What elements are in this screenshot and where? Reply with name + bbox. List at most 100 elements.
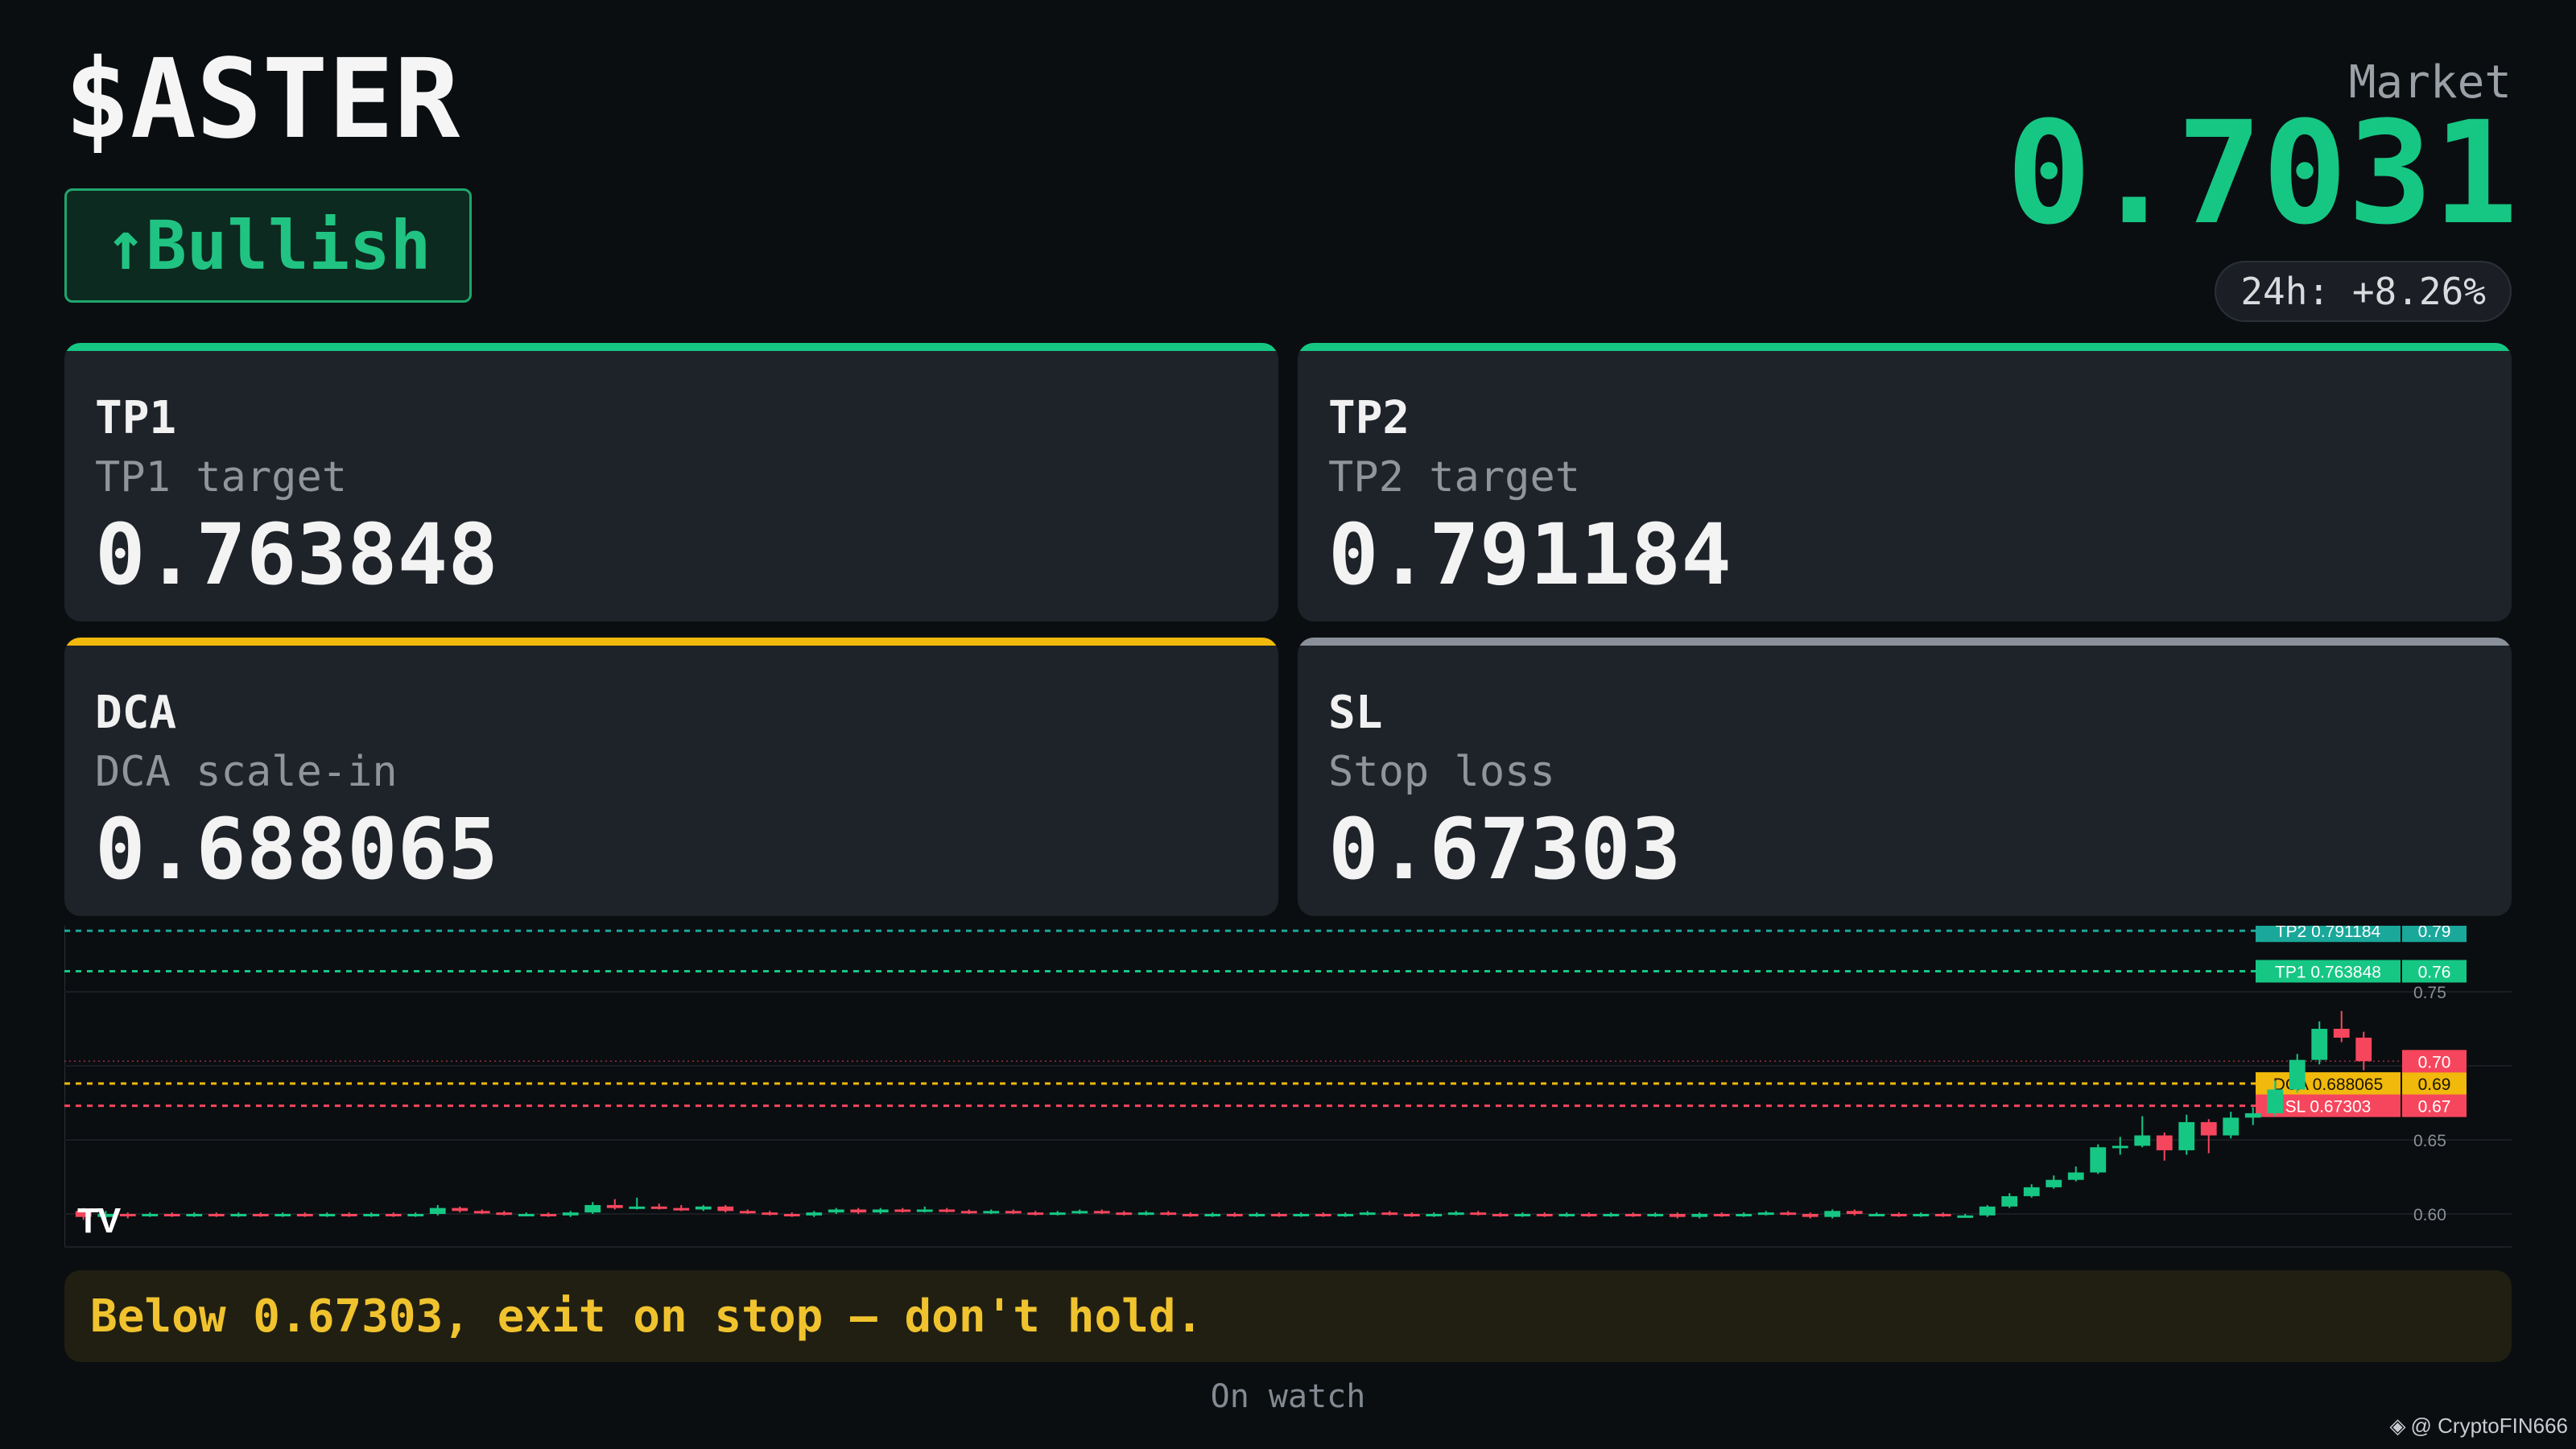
candle-body: [429, 1208, 446, 1214]
sentiment-badge: ↑Bullish: [64, 188, 472, 303]
status-text: On watch: [1210, 1378, 1366, 1415]
candle-body: [296, 1214, 313, 1216]
last-price-label: 0.70: [2418, 1053, 2451, 1071]
candle-body: [673, 1208, 690, 1211]
candle-body: [695, 1206, 712, 1210]
candle-body: [2112, 1146, 2128, 1149]
candle-body: [119, 1214, 136, 1216]
y-tick-label: 0.75: [2413, 984, 2446, 1002]
candle-body: [717, 1206, 734, 1212]
candle-body: [806, 1212, 823, 1216]
level-axis-label: 0.67: [2418, 1098, 2451, 1117]
candle-body: [252, 1214, 269, 1216]
watermark: ◈ @ CryptoFIN666: [2390, 1414, 2568, 1439]
candle-body: [2289, 1059, 2306, 1090]
candle-body: [1846, 1211, 1863, 1214]
candle-body: [1736, 1214, 1752, 1216]
candle-body: [828, 1209, 844, 1213]
card-title: DCA: [95, 687, 177, 739]
candle-body: [1403, 1214, 1420, 1216]
candle-body: [142, 1214, 159, 1216]
candle-body: [1470, 1212, 1487, 1216]
candle-body: [1204, 1214, 1221, 1216]
stop-warning-text: Below 0.67303, exit on stop — don't hold…: [90, 1290, 1203, 1343]
candle-body: [1293, 1214, 1310, 1216]
candle-body: [1934, 1214, 1951, 1216]
level-tag-text: TP1 0.763848: [2275, 964, 2381, 982]
stop-warning: Below 0.67303, exit on stop — don't hold…: [64, 1270, 2512, 1362]
candle-body: [496, 1212, 513, 1216]
candle-body: [1270, 1214, 1287, 1216]
candle-body: [584, 1204, 601, 1213]
candle-body: [1536, 1214, 1553, 1216]
candle-body: [2090, 1147, 2107, 1173]
candle-body: [1359, 1212, 1376, 1216]
candle-body: [1116, 1212, 1133, 1216]
candle-body: [2023, 1187, 2040, 1196]
candle-body: [2178, 1121, 2195, 1150]
candle-body: [1868, 1214, 1885, 1216]
candle-body: [1071, 1211, 1088, 1214]
candle-body: [1137, 1212, 1154, 1216]
card-sl: SL Stop loss 0.67303: [1298, 638, 2512, 916]
market-price: 0.7031: [2006, 91, 2518, 256]
candle-body: [1005, 1211, 1022, 1214]
card-subtitle: DCA scale-in: [95, 747, 398, 796]
card-value: 0.67303: [1328, 799, 1682, 898]
candle-body: [1447, 1212, 1464, 1216]
candle-body: [1337, 1214, 1354, 1216]
candle-body: [2046, 1179, 2062, 1187]
card-tp2: TP2 TP2 target 0.791184: [1298, 343, 2512, 621]
candle-body: [739, 1211, 756, 1214]
candle-body: [2134, 1135, 2151, 1146]
candle-body: [1957, 1215, 1974, 1218]
candle-body: [629, 1206, 646, 1209]
candle-body: [850, 1209, 867, 1213]
card-dca: DCA DCA scale-in 0.688065: [64, 638, 1278, 916]
candle-body: [230, 1214, 247, 1216]
candle-body: [939, 1209, 956, 1212]
candle-body: [1249, 1214, 1265, 1216]
card-subtitle: TP1 target: [95, 452, 348, 502]
candle-body: [1426, 1214, 1443, 1216]
candle-body: [1669, 1214, 1686, 1217]
card-title: SL: [1328, 687, 1383, 739]
candle-body: [1049, 1212, 1066, 1216]
candle-body: [319, 1214, 336, 1216]
candle-body: [1824, 1211, 1841, 1217]
ticker-symbol: $ASTER: [64, 36, 460, 163]
candle-body: [208, 1214, 225, 1216]
candle-body: [1691, 1214, 1708, 1217]
candle-body: [650, 1206, 667, 1209]
candle-body: [518, 1214, 535, 1216]
candle-body: [2267, 1089, 2284, 1113]
candle-body: [341, 1214, 357, 1216]
candle-body: [2001, 1195, 2018, 1207]
card-title: TP1: [95, 392, 177, 444]
candle-body: [983, 1211, 1000, 1214]
candle-body: [163, 1214, 180, 1216]
candle-body: [1780, 1212, 1797, 1216]
card-title: TP2: [1328, 392, 1410, 444]
candle-body: [363, 1214, 380, 1216]
candle-body: [2333, 1029, 2350, 1038]
candle-body: [407, 1214, 424, 1216]
candle-body: [1492, 1214, 1509, 1216]
candlestick-chart: 0.60 0.65 0.70 0.75 TP2 0.791184 0.79 TP1 0.76…: [64, 926, 2512, 1248]
watermark-handle: @ CryptoFIN666: [2410, 1414, 2568, 1438]
candle-body: [1647, 1214, 1664, 1216]
candle-body: [2200, 1121, 2217, 1136]
tradingview-logo: TV: [77, 1201, 121, 1241]
candle-body: [1713, 1214, 1730, 1216]
candle-body: [960, 1211, 977, 1214]
candle-body: [762, 1212, 778, 1216]
candle-body: [1315, 1214, 1331, 1216]
candle-body: [1580, 1214, 1597, 1216]
candle-body: [1558, 1214, 1575, 1216]
candle-body: [1979, 1206, 1996, 1216]
candle-body: [562, 1212, 579, 1216]
card-tp1: TP1 TP1 target 0.763848: [64, 343, 1278, 621]
candle-body: [275, 1214, 291, 1216]
candle-body: [872, 1209, 889, 1213]
change-24h-text: 24h: +8.26%: [2240, 270, 2486, 313]
